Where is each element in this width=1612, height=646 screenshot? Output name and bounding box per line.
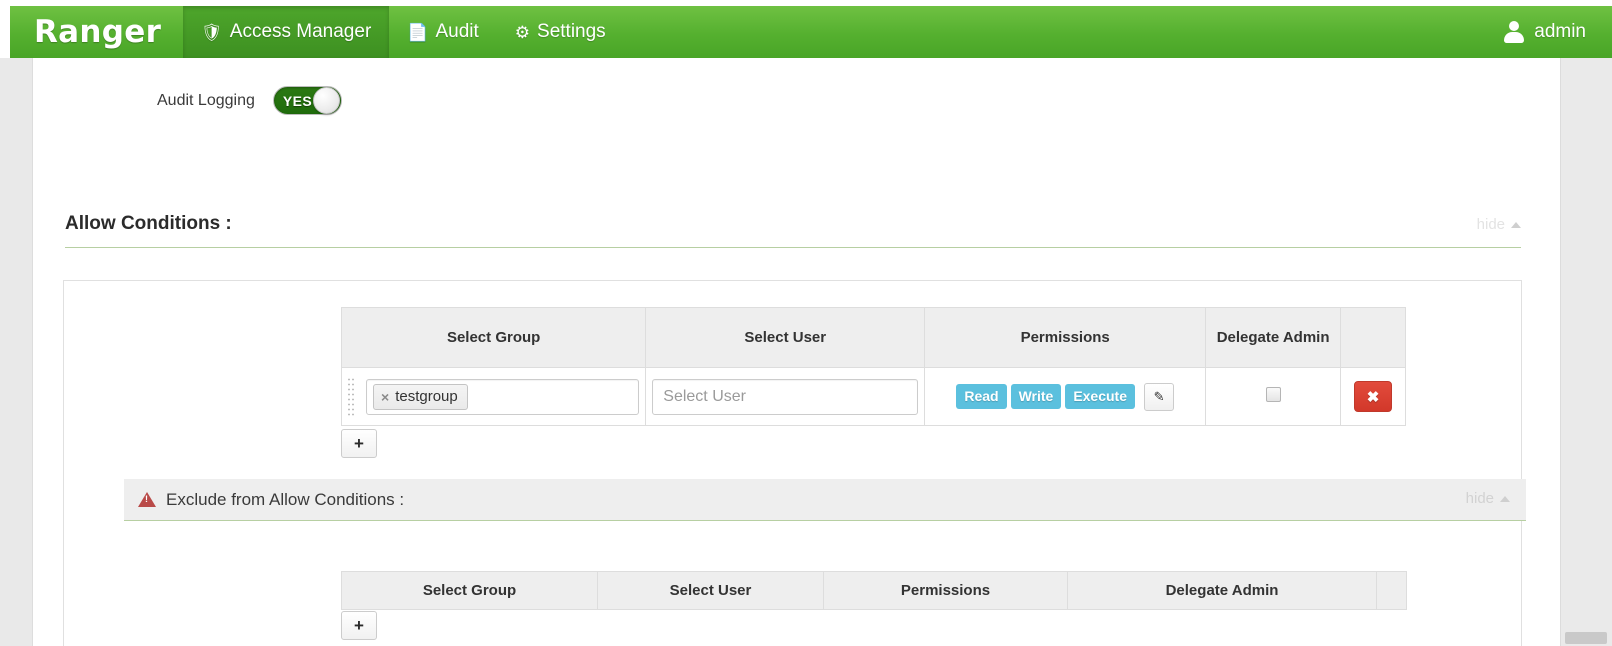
cell-delegate-admin (1205, 367, 1342, 426)
delegate-admin-checkbox[interactable] (1265, 386, 1281, 402)
shield-icon: 🛡 (201, 22, 223, 42)
group-token: × testgroup (373, 383, 468, 410)
permission-badge-read[interactable]: Read (956, 384, 1007, 409)
content-area: Audit Logging YES Allow Conditions : hid… (34, 58, 1560, 646)
group-select-input[interactable]: × testgroup (366, 378, 640, 415)
header-actions (1340, 307, 1406, 368)
user-name-label: admin (1534, 21, 1586, 42)
horizontal-scrollbar[interactable] (1565, 632, 1607, 644)
cell-select-user: Select User (645, 367, 926, 426)
permissions-group: Read Write Execute ✎ (931, 382, 1199, 411)
permission-badge-execute[interactable]: Execute (1065, 384, 1136, 409)
table-row: × testgroup Select User Read Write Execu… (340, 367, 1406, 426)
exclude-conditions-hide-label: hide (1465, 490, 1494, 507)
chevron-up-icon (1511, 221, 1521, 228)
permission-badge-write[interactable]: Write (1010, 384, 1062, 409)
nav-settings[interactable]: ⚙ Settings (497, 6, 624, 58)
pencil-icon[interactable]: ✎ (1144, 382, 1175, 411)
nav-settings-label: Settings (537, 21, 606, 42)
exclude-conditions-title: Exclude from Allow Conditions : (166, 489, 405, 509)
nav-access-manager-label: Access Manager (229, 21, 372, 42)
header-permissions: Permissions (823, 571, 1068, 610)
user-select-input[interactable]: Select User (652, 378, 919, 415)
exclude-conditions-hide-toggle[interactable]: hide (1466, 490, 1510, 509)
cell-permissions: Read Write Execute ✎ (924, 367, 1207, 426)
header-select-user: Select User (597, 571, 824, 610)
audit-logging-toggle-value: YES (282, 92, 313, 109)
nav-audit-label: Audit (435, 21, 479, 42)
drag-handle-icon[interactable] (347, 376, 354, 417)
audit-logging-label: Audit Logging (157, 91, 255, 109)
exclude-header-left: Exclude from Allow Conditions : (138, 490, 404, 510)
token-remove-icon[interactable]: × (381, 390, 389, 404)
exclude-table-header-row: Select Group Select User Permissions Del… (341, 571, 1407, 610)
user-avatar-icon (1503, 21, 1525, 43)
header-delegate-admin: Delegate Admin (1205, 307, 1342, 368)
header-select-group: Select Group (340, 307, 647, 368)
audit-logging-toggle[interactable]: YES (272, 86, 342, 115)
add-exclude-condition-button[interactable]: + (341, 611, 377, 640)
allow-conditions-hide-label: hide (1476, 216, 1505, 233)
header-select-user: Select User (645, 307, 926, 368)
gear-icon: ⚙ (514, 22, 531, 42)
warning-triangle-icon (138, 492, 156, 507)
delete-row-button[interactable]: ✖ (1354, 381, 1393, 412)
user-menu[interactable]: admin (1493, 6, 1612, 58)
allow-conditions-table: Select Group Select User Permissions Del… (340, 307, 1406, 426)
exclude-conditions-header: Exclude from Allow Conditions : hide (124, 479, 1526, 521)
allow-conditions-header: Allow Conditions : hide (65, 213, 1521, 248)
allow-conditions-hide-toggle[interactable]: hide (1477, 216, 1521, 235)
toggle-knob (312, 87, 340, 114)
file-icon: 📄 (407, 22, 429, 42)
nav-audit[interactable]: 📄 Audit (389, 6, 496, 58)
group-token-label: testgroup (395, 388, 458, 405)
left-gutter (0, 58, 33, 646)
cell-actions: ✖ (1340, 367, 1406, 426)
exclude-conditions-table: Select Group Select User Permissions Del… (341, 571, 1407, 610)
header-select-group: Select Group (341, 571, 598, 610)
page-root: Ranger 🛡 Access Manager 📄 Audit ⚙ Settin… (0, 0, 1612, 646)
cell-select-group: × testgroup (340, 367, 647, 426)
navbar-spacer (624, 6, 1494, 58)
right-gutter (1560, 58, 1612, 646)
header-permissions: Permissions (924, 307, 1207, 368)
header-delegate-admin: Delegate Admin (1067, 571, 1377, 610)
allow-conditions-title: Allow Conditions : (65, 213, 232, 234)
conditions-panel: Select Group Select User Permissions Del… (63, 280, 1526, 646)
chevron-up-icon (1500, 495, 1510, 502)
header-actions (1376, 571, 1407, 610)
add-allow-condition-button[interactable]: + (341, 429, 377, 458)
top-navbar: Ranger 🛡 Access Manager 📄 Audit ⚙ Settin… (10, 6, 1612, 58)
ranger-logo: Ranger (34, 14, 162, 50)
nav-access-manager[interactable]: 🛡 Access Manager (183, 6, 390, 58)
allow-table-header-row: Select Group Select User Permissions Del… (340, 307, 1406, 368)
audit-logging-row: Audit Logging YES (157, 86, 342, 115)
